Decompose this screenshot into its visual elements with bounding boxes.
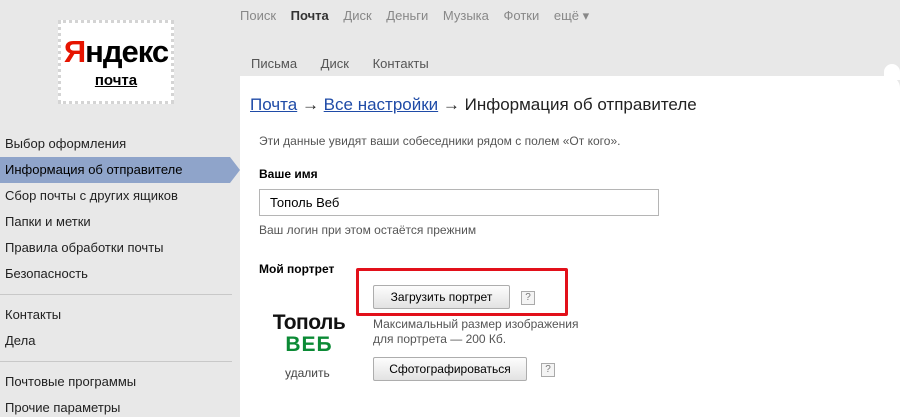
delete-portrait-link[interactable]: удалить	[285, 366, 330, 380]
portrait-label: Мой портрет	[259, 262, 335, 276]
sidebar-item-contacts[interactable]: Контакты	[0, 302, 240, 328]
subnav-contacts[interactable]: Контакты	[373, 56, 429, 71]
sidebar-item-security[interactable]: Безопасность	[0, 261, 240, 287]
breadcrumb-arrow: →	[297, 95, 324, 114]
breadcrumb-settings-link[interactable]: Все настройки	[324, 95, 438, 114]
sidebar-divider	[0, 361, 232, 362]
name-input[interactable]	[259, 189, 659, 216]
nav-photos[interactable]: Фотки	[504, 8, 540, 23]
mail-sub-nav: Письма Диск Контакты	[251, 56, 449, 71]
nav-search[interactable]: Поиск	[240, 8, 276, 23]
sidebar-divider	[0, 294, 232, 295]
content-panel	[240, 76, 900, 417]
sidebar-item-folders-labels[interactable]: Папки и метки	[0, 209, 240, 235]
nav-money[interactable]: Деньги	[386, 8, 428, 23]
name-label: Ваше имя	[259, 167, 318, 181]
intro-text: Эти данные увидят ваши собеседники рядом…	[259, 134, 621, 148]
settings-sidebar: Выбор оформления Информация об отправите…	[0, 131, 240, 417]
breadcrumb-mail-link[interactable]: Почта	[250, 95, 297, 114]
sidebar-item-appearance[interactable]: Выбор оформления	[0, 131, 240, 157]
breadcrumb-arrow: →	[438, 95, 465, 114]
nav-music[interactable]: Музыка	[443, 8, 489, 23]
avatar-line-2: ВЕБ	[285, 333, 333, 356]
yandex-mail-logo[interactable]: Яндекс почта	[58, 20, 174, 104]
nav-mail[interactable]: Почта	[291, 8, 329, 23]
help-icon[interactable]: ?	[521, 291, 535, 305]
upload-portrait-button[interactable]: Загрузить портрет	[373, 285, 510, 309]
max-size-note: Максимальный размер изображения для порт…	[373, 317, 579, 346]
avatar-line-1: Тополь	[272, 311, 346, 334]
logo-wordmark: Яндекс	[63, 34, 169, 69]
nav-more[interactable]: ещё ▾	[554, 8, 589, 23]
page-title: Информация об отправителе	[464, 95, 697, 114]
panel-corner	[884, 64, 900, 80]
breadcrumb: Почта → Все настройки → Информация об от…	[250, 95, 697, 115]
login-hint: Ваш логин при этом остаётся прежним	[259, 223, 477, 237]
subnav-disk[interactable]: Диск	[321, 56, 349, 71]
sidebar-item-sender-info[interactable]: Информация об отправителе	[0, 157, 240, 183]
sidebar-item-tasks[interactable]: Дела	[0, 328, 240, 354]
subnav-letters[interactable]: Письма	[251, 56, 297, 71]
nav-disk[interactable]: Диск	[343, 8, 371, 23]
take-photo-button[interactable]: Сфотографироваться	[373, 357, 527, 381]
sidebar-item-mail-rules[interactable]: Правила обработки почты	[0, 235, 240, 261]
avatar: Тополь ВЕБ	[264, 312, 354, 356]
help-icon[interactable]: ?	[541, 363, 555, 377]
services-nav: Поиск Почта Диск Деньги Музыка Фотки ещё…	[240, 8, 600, 24]
sidebar-item-other-settings[interactable]: Прочие параметры	[0, 395, 240, 417]
sidebar-item-mail-collector[interactable]: Сбор почты с других ящиков	[0, 183, 240, 209]
logo-subtitle[interactable]: почта	[61, 72, 171, 89]
sidebar-item-mail-clients[interactable]: Почтовые программы	[0, 369, 240, 395]
